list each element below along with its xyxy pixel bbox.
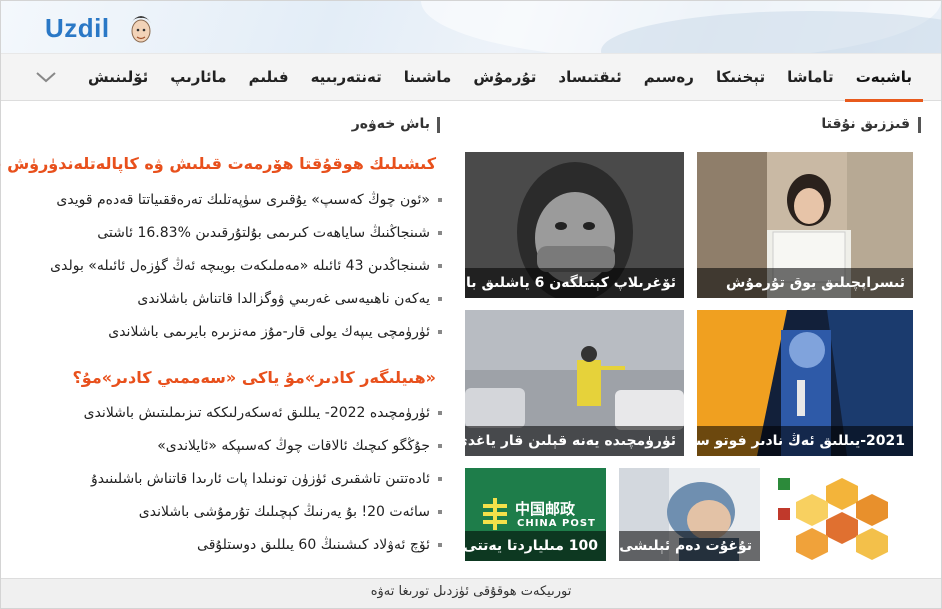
nav-item-cars[interactable]: ماشىنا xyxy=(393,54,463,102)
hexagon-diagram-image xyxy=(772,468,913,561)
section-marker xyxy=(437,117,440,133)
bullet xyxy=(438,198,442,202)
list-item[interactable]: سائەت 20! بۇ يەرنىڭ كېچىلىك تۇرمۇشى باشل… xyxy=(84,496,442,529)
post-logo-en: CHINA POST xyxy=(517,518,596,529)
list-item[interactable]: «ئون چوڭ كەسىپ» يۇقىرى سۈپەتلىك تەرەققىي… xyxy=(50,184,442,217)
site-header: Uzdil xyxy=(1,1,941,53)
bullet xyxy=(438,264,442,268)
focus-section-title: قىززىق نۇقتا xyxy=(821,116,910,132)
nav-item-home[interactable]: باشبەت xyxy=(844,54,923,102)
tile-caption: ئۆغرىلاپ كېتىلگەن 6 ياشلىق بالىنى xyxy=(465,268,684,298)
footer: تورىيكەت ھوقۇقى ئۈزدىل تورىغا تەۋە xyxy=(1,578,941,608)
bullet xyxy=(438,330,442,334)
bullet xyxy=(438,231,442,235)
list-item[interactable]: ئۈرۈمچى يىپەك يولى قار-مۇز مەنزىرە بايرى… xyxy=(50,316,442,349)
nav-item-entertainment[interactable]: تاماشا xyxy=(776,54,845,102)
logo-mascot-icon xyxy=(131,16,151,43)
photo-tile[interactable]: ئىسراپچىلىق يوق تۇرمۇش xyxy=(697,152,913,298)
headlines-section-title: باش خەۋەر xyxy=(351,116,430,132)
photo-tile[interactable]: ئۆغرىلاپ كېتىلگەن 6 ياشلىق بالىنى xyxy=(465,152,684,298)
list-item[interactable]: شىنجاڭنىڭ ساياھەت كىرىمى بۇلتۇرقىدىن %16… xyxy=(50,217,442,250)
photo-tile[interactable]: ئۈرۈمچىدە يەنە قېلىن قار ياغدى xyxy=(465,310,684,456)
nav-item-sports[interactable]: تەنتەربىيە xyxy=(300,54,393,102)
tile-caption: ئۈرۈمچىدە يەنە قېلىن قار ياغدى xyxy=(465,426,684,456)
tile-caption: 100 مىلياردتا يەتتى xyxy=(465,531,606,561)
tile-caption: تۇغۇت دەم ئېلىشى xyxy=(619,531,760,561)
news-list-2: ئۈرۈمچىدە 2022- يىللىق ئەسكەرلىككە تىزىم… xyxy=(84,397,442,562)
post-logo-cn: 中国邮政 xyxy=(515,500,576,518)
list-item[interactable]: يەكەن ناھىيەسى غەربىي ۋوگزالدا قاتناش با… xyxy=(50,283,442,316)
headline-1[interactable]: كىشىلىك ھوقۇقتا ھۆرمەت قىلىش ۋە كاپالەتل… xyxy=(0,154,436,173)
bullet xyxy=(438,543,442,547)
bullet xyxy=(438,411,442,415)
list-item[interactable]: جۇڭگو كىچىك ئالاقات چوڭ كەسىپكە «ئايلاند… xyxy=(84,430,442,463)
news-list-1: «ئون چوڭ كەسىپ» يۇقىرى سۈپەتلىك تەرەققىي… xyxy=(50,184,442,349)
headline-2[interactable]: «ھىيلىگەر كادىر»مۇ ياكى «سەممىي كادىر»مۇ… xyxy=(73,368,436,387)
chevron-down-icon[interactable] xyxy=(35,70,57,84)
list-item[interactable]: شىنجاڭدىن 43 ئائىلە «مەملىكەت بويىچە ئەڭ… xyxy=(50,250,442,283)
nav-item-economy[interactable]: ئىقتىساد xyxy=(547,54,632,102)
nav-item-study[interactable]: ئۆلىنىش xyxy=(77,54,159,102)
bullet xyxy=(438,510,442,514)
list-item[interactable]: ئادەتتىن تاشقىرى ئۈزۈن تونىلدا پات ئارىد… xyxy=(84,463,442,496)
nav-item-tech[interactable]: تېخنىكا xyxy=(705,54,776,102)
nav-item-education[interactable]: مائارىپ xyxy=(159,54,237,102)
tile-caption: ئىسراپچىلىق يوق تۇرمۇش xyxy=(697,268,913,298)
bullet xyxy=(438,444,442,448)
main-nav: باشبەت تاماشا تېخنىكا رەسىم ئىقتىساد تۇر… xyxy=(1,53,941,102)
nav-item-photos[interactable]: رەسىم xyxy=(633,54,705,102)
nav-item-film[interactable]: فىلىم xyxy=(238,54,300,102)
bullet xyxy=(438,477,442,481)
photo-tile[interactable]: 中国邮政 CHINA POST 100 مىلياردتا يەتتى xyxy=(465,468,606,561)
photo-tile[interactable]: 2021-يىللىق ئەڭ نادىر فوتو سۈرەت xyxy=(697,310,913,456)
tile-caption: 2021-يىللىق ئەڭ نادىر فوتو سۈرەت xyxy=(697,426,913,456)
list-item[interactable]: ئۈرۈمچىدە 2022- يىللىق ئەسكەرلىككە تىزىم… xyxy=(84,397,442,430)
section-marker xyxy=(918,117,921,133)
bullet xyxy=(438,297,442,301)
photo-tile[interactable]: تۇغۇت دەم ئېلىشى xyxy=(619,468,760,561)
list-item[interactable]: ئۆچ ئەۋلاد كىشىنىڭ 60 يىللىق دوستلۇقى xyxy=(84,529,442,562)
photo-tile[interactable] xyxy=(772,468,913,561)
nav-item-life[interactable]: تۇرمۇش xyxy=(462,54,547,102)
site-logo[interactable]: Uzdil xyxy=(45,13,110,44)
